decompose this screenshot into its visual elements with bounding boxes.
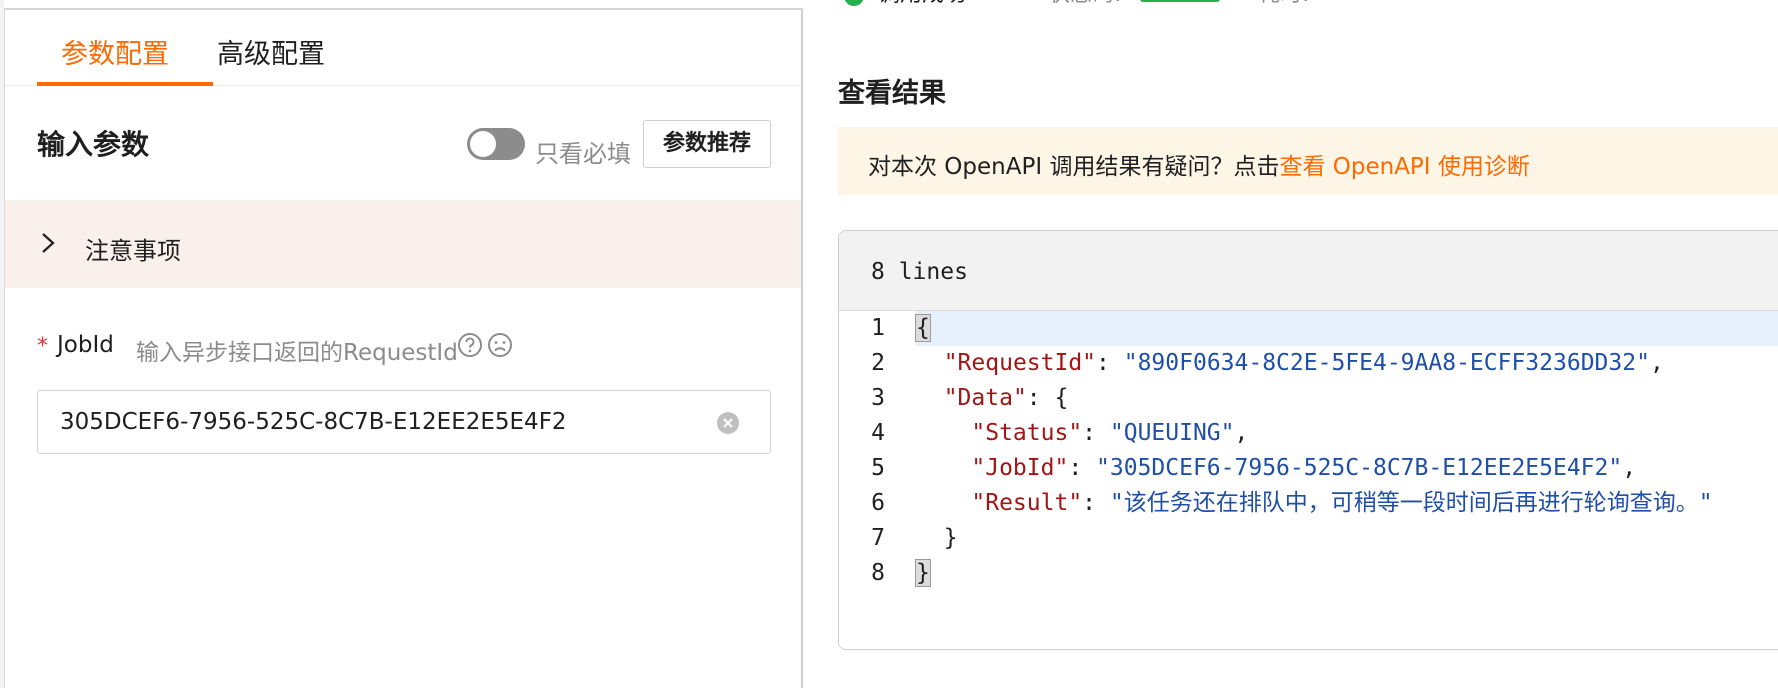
tab-param-config[interactable]: 参数配置 [61, 32, 169, 71]
required-only-toggle[interactable] [467, 128, 525, 160]
line-count: 8 lines [871, 259, 968, 285]
success-dot-icon [844, 0, 864, 6]
json-string: "305DCEF6-7956-525C-8C7B-E12EE2E5E4F2" [1096, 455, 1623, 481]
feedback-icon[interactable] [487, 332, 513, 358]
diagnosis-link[interactable]: 查看 OpenAPI 使用诊断 [1279, 154, 1529, 180]
result-title: 查看结果 [838, 78, 946, 109]
required-mark: * [37, 334, 48, 359]
notice-label: 注意事项 [85, 237, 181, 265]
code-line: "Data": { [943, 385, 1069, 411]
param-name: JobId [57, 332, 114, 358]
param-description: 输入异步接口返回的RequestId [136, 340, 458, 366]
config-tabs: 参数配置 高级配置 [5, 10, 801, 86]
call-status: 调用成功 [878, 0, 966, 8]
line-number: 3 [871, 385, 885, 411]
code-line: "JobId": "305DCEF6-7956-525C-8C7B-E12EE2… [971, 455, 1637, 481]
close-brace: } [915, 559, 931, 587]
json-string: "QUEUING" [1109, 420, 1235, 446]
required-only-label: 只看必填 [535, 140, 631, 168]
json-string: "该任务还在排队中，可稍等一段时间后再进行轮询查询。" [1109, 490, 1713, 516]
code-line: } [915, 556, 1778, 591]
code-line: "RequestId": "890F0634-8C2E-5FE4-9AA8-EC… [943, 350, 1664, 376]
input-params-title: 输入参数 [37, 128, 150, 161]
notice-collapse[interactable]: 注意事项 [5, 200, 801, 288]
code-header: 8 lines [839, 231, 1778, 311]
line-number: 8 [871, 560, 885, 586]
json-key: "RequestId" [943, 350, 1097, 376]
chevron-right-icon [42, 233, 55, 253]
json-key: "JobId" [971, 455, 1069, 481]
status-code-badge: 200 [1140, 0, 1220, 2]
clear-icon[interactable] [716, 411, 740, 435]
response-code-viewer: 8 lines 1 2 3 4 5 6 7 8 { "RequestId": "… [838, 230, 1778, 650]
code-line: "Result": "该任务还在排队中，可稍等一段时间后再进行轮询查询。" [971, 490, 1713, 516]
jobid-input-wrapper [37, 390, 771, 454]
line-number-gutter: 1 2 3 4 5 6 7 8 [839, 311, 916, 649]
code-line: "Status": "QUEUING", [971, 420, 1249, 446]
diagnosis-notice: 对本次 OpenAPI 调用结果有疑问？点击查看 OpenAPI 使用诊断 [838, 127, 1778, 195]
line-number: 7 [871, 525, 885, 551]
open-brace: { [915, 314, 931, 342]
code-body[interactable]: 1 2 3 4 5 6 7 8 { "RequestId": "890F0634… [839, 311, 1778, 649]
status-code-label: 状态码: [1048, 0, 1121, 8]
code-line: } [943, 525, 958, 551]
jobid-input[interactable] [60, 391, 710, 453]
result-panel: 调用成功 状态码: 200 耗时: 380ms 查看结果 对本次 OpenAPI… [806, 0, 1778, 688]
line-number: 6 [871, 490, 885, 516]
time-label: 耗时: [1258, 0, 1309, 8]
line-number: 1 [871, 315, 885, 341]
code-line: { [915, 311, 1778, 346]
time-value: 380ms [1326, 0, 1401, 1]
parameter-panel: 参数配置 高级配置 输入参数 只看必填 参数推荐 注意事项 * JobId 输入… [4, 8, 803, 688]
line-number: 4 [871, 420, 885, 446]
diagnosis-prefix: 对本次 OpenAPI 调用结果有疑问？点击 [868, 154, 1280, 180]
active-tab-indicator [37, 82, 213, 86]
line-number: 5 [871, 455, 885, 481]
json-key: "Status" [971, 420, 1083, 446]
json-key: "Data" [943, 385, 1027, 411]
toggle-knob [470, 131, 496, 157]
help-icon[interactable] [457, 332, 483, 358]
json-string: "890F0634-8C2E-5FE4-9AA8-ECFF3236DD32" [1123, 350, 1650, 376]
tab-advanced-config[interactable]: 高级配置 [217, 32, 325, 71]
diagnosis-text: 对本次 OpenAPI 调用结果有疑问？点击查看 OpenAPI 使用诊断 [868, 147, 1530, 181]
line-number: 2 [871, 350, 885, 376]
param-recommend-button[interactable]: 参数推荐 [643, 120, 771, 168]
json-key: "Result" [971, 490, 1083, 516]
